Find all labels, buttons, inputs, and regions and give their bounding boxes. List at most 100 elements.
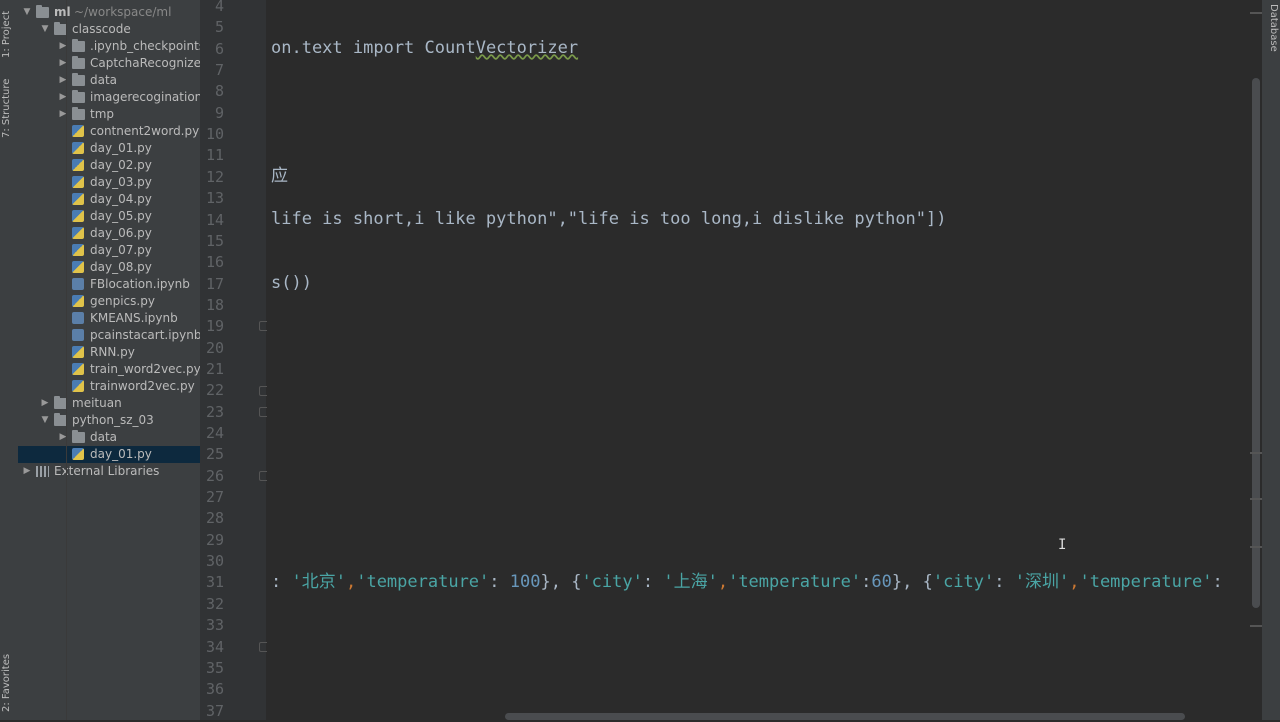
notebook-file-icon	[72, 312, 84, 324]
tree-item-label: trainword2vec.py	[90, 379, 195, 393]
tree-folder[interactable]: ▼ classcode	[18, 21, 200, 38]
tree-file[interactable]: day_05.py	[18, 208, 200, 225]
tree-folder[interactable]: ▶ imagerecogination	[18, 89, 200, 106]
tree-item-label: CaptchaRecognize	[90, 56, 200, 70]
tree-folder[interactable]: ▶ CaptchaRecognize	[18, 55, 200, 72]
collapse-arrow-icon[interactable]: ▶	[22, 463, 32, 480]
database-tool-tab[interactable]: Database	[1263, 4, 1279, 54]
folder-icon	[72, 430, 85, 443]
line-number: 23	[205, 402, 224, 421]
python-file-icon	[72, 159, 84, 171]
code-line-12: 应	[271, 166, 288, 186]
scroll-marker	[1250, 12, 1262, 14]
line-number: 12	[205, 167, 224, 186]
collapse-arrow-icon[interactable]: ▶	[40, 395, 50, 412]
tree-item-label: RNN.py	[90, 345, 135, 359]
tree-folder[interactable]: ▶ data	[18, 429, 200, 446]
tree-file[interactable]: RNN.py	[18, 344, 200, 361]
code-line-17: s())	[271, 273, 312, 293]
vertical-scroll-thumb[interactable]	[1252, 78, 1260, 608]
line-number: 34	[205, 637, 224, 656]
tree-file[interactable]: contnent2word.py	[18, 123, 200, 140]
line-number: 9	[214, 103, 224, 122]
line-number: 17	[205, 274, 224, 293]
tree-file[interactable]: day_07.py	[18, 242, 200, 259]
line-number: 4	[214, 0, 224, 15]
scroll-marker	[1250, 546, 1262, 548]
python-file-icon	[72, 261, 84, 273]
structure-tool-tab[interactable]: 7: Structure	[1, 68, 17, 138]
tree-file[interactable]: FBlocation.ipynb	[18, 276, 200, 293]
tree-file[interactable]: train_word2vec.py	[18, 361, 200, 378]
tree-file[interactable]: day_08.py	[18, 259, 200, 276]
folder-icon	[72, 90, 85, 103]
python-file-icon	[72, 363, 84, 375]
code-token: '深圳'	[1014, 572, 1070, 592]
tree-folder[interactable]: ▶ data	[18, 72, 200, 89]
tree-item-label: .ipynb_checkpoints	[90, 39, 200, 53]
editor-gutter: 4 5 6 7 8 9 10 11 12 13 14 15 16 17 18 19 20 21 22 23 24 25 26…	[200, 0, 269, 720]
tree-file[interactable]: trainword2vec.py	[18, 378, 200, 395]
tree-item-label: day_06.py	[90, 226, 152, 240]
project-tool-tab[interactable]: 1: Project	[1, 4, 17, 58]
tree-item-label: ml	[54, 5, 71, 19]
horizontal-scroll-thumb[interactable]	[505, 713, 1185, 720]
tree-folder[interactable]: ▶ meituan	[18, 395, 200, 412]
tree-file[interactable]: day_01.py	[18, 446, 200, 463]
line-number: 24	[205, 424, 224, 442]
tree-folder[interactable]: ▼ ml ~/workspace/ml	[18, 4, 200, 21]
expand-arrow-icon[interactable]: ▼	[22, 4, 32, 21]
expand-arrow-icon[interactable]: ▼	[40, 412, 50, 429]
tree-file[interactable]: genpics.py	[18, 293, 200, 310]
tree-item-label: KMEANS.ipynb	[90, 311, 178, 325]
python-file-icon	[72, 210, 84, 222]
line-number: 32	[205, 594, 224, 613]
right-tool-strip: Database	[1262, 0, 1280, 720]
tree-item-label: day_02.py	[90, 158, 152, 172]
code-line-6-text: on.text import Count	[271, 38, 476, 58]
tree-file[interactable]: day_03.py	[18, 174, 200, 191]
code-token: 'temperature'	[728, 572, 862, 592]
code-token: :	[994, 572, 1015, 592]
python-file-icon	[72, 295, 84, 307]
python-file-icon	[72, 142, 84, 154]
tree-folder[interactable]: ▶ .ipynb_checkpoints	[18, 38, 200, 55]
line-number: 11	[205, 146, 224, 165]
tree-file[interactable]: day_01.py	[18, 140, 200, 157]
tree-file[interactable]: pcainstacart.ipynb	[18, 327, 200, 344]
python-file-icon	[72, 227, 84, 239]
code-line-6: on.text import CountVectorizer	[271, 38, 578, 59]
code-token: ,	[1069, 572, 1080, 592]
tree-item-path: ~/workspace/ml	[74, 5, 172, 19]
tree-file[interactable]: KMEANS.ipynb	[18, 310, 200, 327]
code-token: '上海'	[663, 572, 718, 592]
line-number: 19	[205, 317, 224, 336]
tree-folder[interactable]: ▼ python_sz_03	[18, 412, 200, 429]
tree-item-label: External Libraries	[54, 464, 160, 478]
line-number: 8	[214, 82, 224, 101]
code-editor[interactable]: on.text import CountVectorizer 应 life is…	[267, 0, 1255, 720]
line-number: 37	[205, 701, 224, 720]
code-token: 'temperature'	[1079, 572, 1213, 592]
line-number: 21	[205, 359, 224, 378]
favorites-tool-tab[interactable]: 2: Favorites	[1, 640, 17, 712]
code-token: ,	[345, 572, 357, 592]
code-token: :	[642, 572, 664, 592]
code-token: :	[489, 572, 510, 592]
tree-item-label: genpics.py	[90, 294, 155, 308]
tree-external-libraries[interactable]: ▶ External Libraries	[18, 463, 200, 480]
expand-arrow-icon[interactable]: ▼	[40, 21, 50, 38]
python-file-icon	[72, 244, 84, 256]
code-token: 'city'	[581, 572, 643, 592]
tree-file[interactable]: day_02.py	[18, 157, 200, 174]
tree-item-label: day_03.py	[90, 175, 152, 189]
tree-file[interactable]: day_06.py	[18, 225, 200, 242]
gutter-divider	[66, 0, 67, 720]
line-number: 35	[205, 658, 224, 677]
tree-folder[interactable]: ▶ tmp	[18, 106, 200, 123]
folder-icon	[72, 56, 85, 69]
folder-icon	[72, 73, 85, 86]
line-number: 29	[205, 530, 224, 549]
code-line-14: life is short,i like python","life is to…	[271, 209, 947, 229]
tree-file[interactable]: day_04.py	[18, 191, 200, 208]
